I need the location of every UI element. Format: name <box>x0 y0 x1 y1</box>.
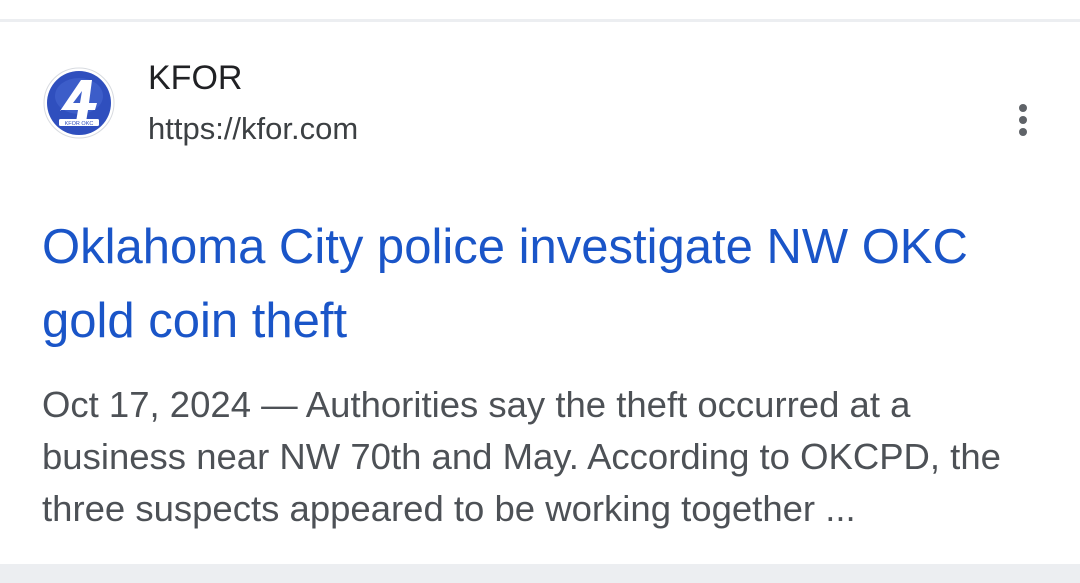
svg-text:KFOR OKC: KFOR OKC <box>65 121 94 127</box>
result-title-link[interactable]: Oklahoma City police investigate NW OKC … <box>42 210 1042 358</box>
result-snippet: Oct 17, 2024 — Authorities say the theft… <box>42 379 1042 535</box>
more-vert-icon-dot <box>1019 104 1027 112</box>
more-options-button[interactable] <box>1003 98 1043 142</box>
site-url: https://kfor.com <box>148 111 359 146</box>
more-vert-icon-dot <box>1019 128 1027 136</box>
bottom-divider-band <box>0 564 1080 583</box>
kfor-logo-icon: KFOR OKC <box>43 67 115 139</box>
result-date: Oct 17, 2024 <box>42 384 252 425</box>
result-source-row[interactable]: KFOR OKC KFOR https://kfor.com <box>42 58 1042 158</box>
date-separator: — <box>251 384 306 425</box>
site-name: KFOR <box>148 59 243 97</box>
more-vert-icon-dot <box>1019 116 1027 124</box>
